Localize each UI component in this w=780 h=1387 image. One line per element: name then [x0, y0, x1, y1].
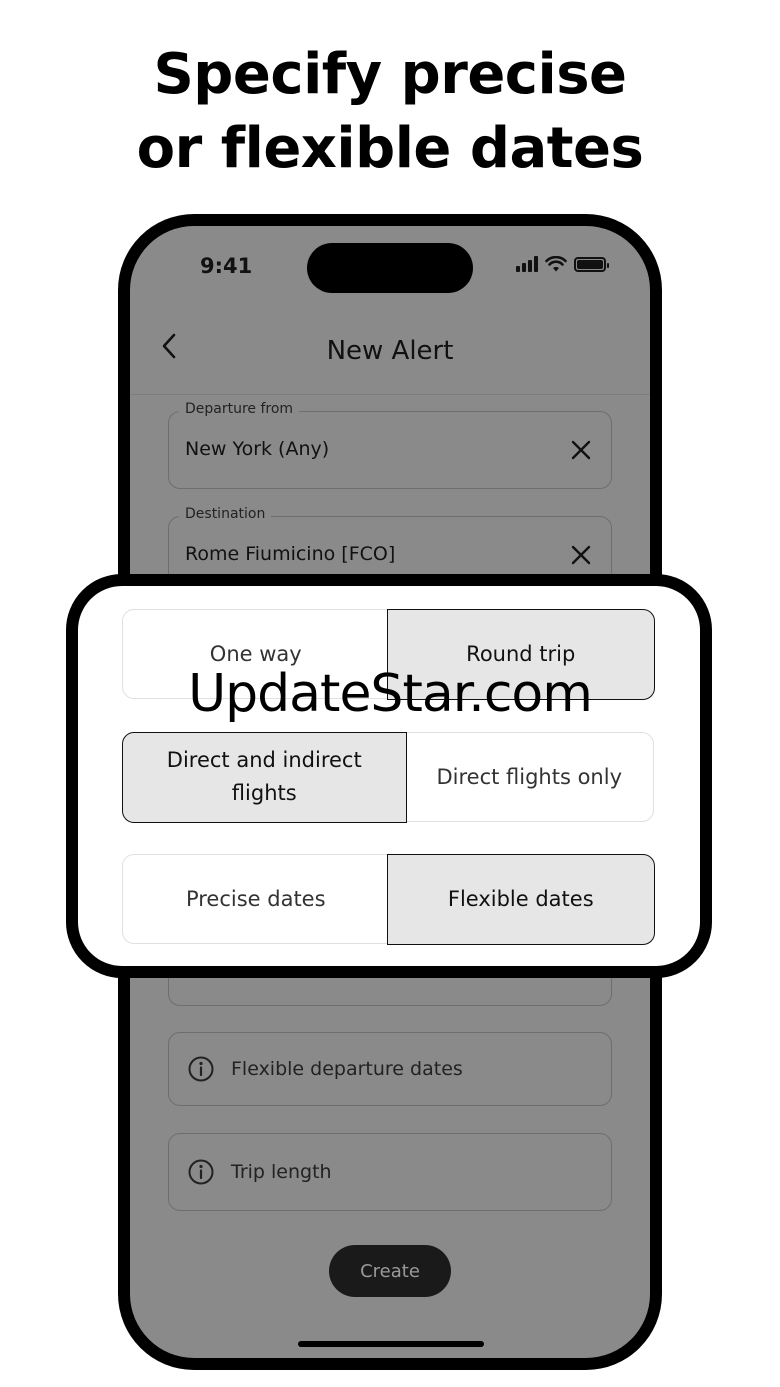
battery-icon	[574, 256, 609, 272]
nav-divider	[130, 394, 650, 395]
flexible-departure-field[interactable]: Flexible departure dates	[168, 1032, 612, 1106]
stops-toggle: Direct and indirect flights Direct fligh…	[121, 731, 654, 823]
status-icons	[516, 256, 609, 272]
page-title: New Alert	[326, 336, 454, 366]
departure-label: Departure from	[179, 401, 300, 417]
info-icon	[188, 1159, 214, 1185]
signal-icon	[516, 256, 538, 272]
headline-line-1: Specify precise	[153, 42, 627, 107]
home-indicator	[298, 1341, 484, 1347]
departure-field[interactable]: Departure from New York (Any)	[168, 401, 612, 489]
destination-value: Rome Fiumicino [FCO]	[185, 543, 396, 565]
destination-label: Destination	[179, 506, 272, 522]
create-button[interactable]: Create	[329, 1245, 451, 1297]
info-icon	[188, 1056, 214, 1082]
clear-icon[interactable]	[569, 543, 593, 567]
dynamic-island	[307, 243, 473, 293]
trip-length-label: Trip length	[231, 1161, 332, 1183]
status-time: 9:41	[200, 254, 253, 278]
wifi-icon	[545, 256, 567, 272]
trip-length-field[interactable]: Trip length	[168, 1133, 612, 1211]
options-overlay-card: One way Round trip Direct and indirect f…	[66, 574, 712, 978]
direct-and-indirect-option[interactable]: Direct and indirect flights	[121, 731, 407, 823]
flexible-dates-option[interactable]: Flexible dates	[387, 853, 655, 945]
precise-dates-option[interactable]: Precise dates	[123, 855, 389, 943]
headline: Specify precise or flexible dates	[0, 38, 780, 186]
flexible-departure-label: Flexible departure dates	[231, 1058, 463, 1080]
clear-icon[interactable]	[569, 438, 593, 462]
departure-value: New York (Any)	[185, 438, 330, 460]
watermark: UpdateStar.com	[188, 664, 593, 724]
dates-toggle: Precise dates Flexible dates	[122, 853, 655, 945]
direct-only-option[interactable]: Direct flights only	[406, 733, 654, 821]
headline-line-2: or flexible dates	[136, 116, 644, 181]
